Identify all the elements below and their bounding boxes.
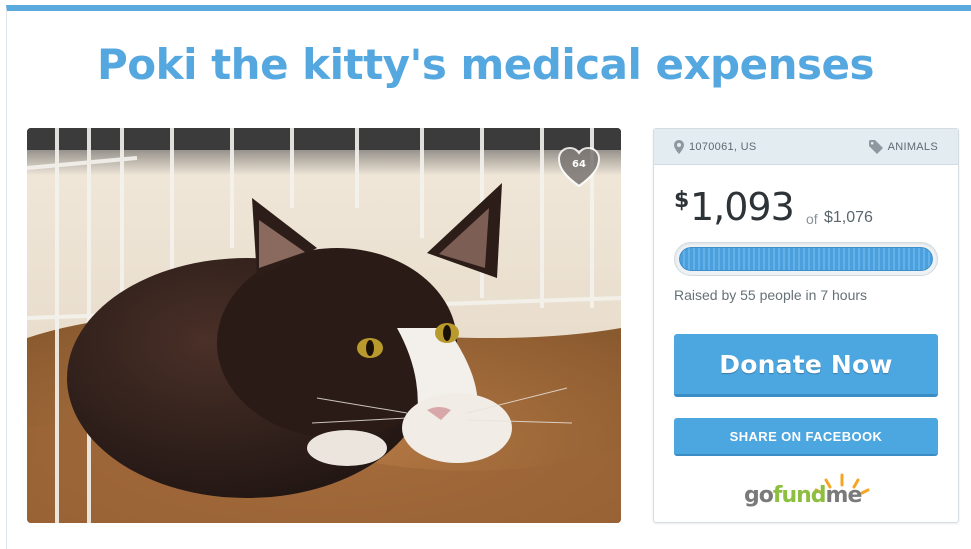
raised-summary: $ 1,093 of $1,076 [674,185,944,231]
tag-icon [868,140,883,154]
currency-symbol: $ [674,188,690,213]
map-pin-icon [674,140,684,154]
hearts-count: 64 [572,159,586,170]
goal-prefix: of [806,211,818,227]
brand-me: me [825,483,863,508]
page-title: Poki the kitty's medical expenses [97,40,875,89]
donate-now-button[interactable]: Donate Now [674,334,938,397]
location-text: 1070061, US [689,141,757,153]
campaign-photo [27,128,621,523]
progress-bar [674,242,938,276]
gofundme-wordmark: gofundme [744,483,863,508]
card-meta-bar: 1070061, US ANIMALS [654,129,958,165]
raised-by-text: Raised by 55 people in 7 hours [674,287,868,303]
donation-card: 1070061, US ANIMALS $ 1,093 of $1,076 Ra… [653,128,959,523]
gofundme-logo[interactable]: gofundme [742,471,872,511]
brand-fund: fund [772,483,827,508]
raised-amount: 1,093 [690,185,795,229]
progress-track [679,247,933,271]
favorite-button[interactable]: 64 [555,144,603,188]
share-facebook-button[interactable]: SHARE ON FACEBOOK [674,418,938,456]
progress-fill [679,247,933,271]
campaign-category[interactable]: ANIMALS [868,140,938,154]
category-text: ANIMALS [887,141,938,153]
goal-amount: $1,076 [824,209,873,226]
brand-go: go [744,483,774,508]
campaign-location[interactable]: 1070061, US [674,140,757,154]
